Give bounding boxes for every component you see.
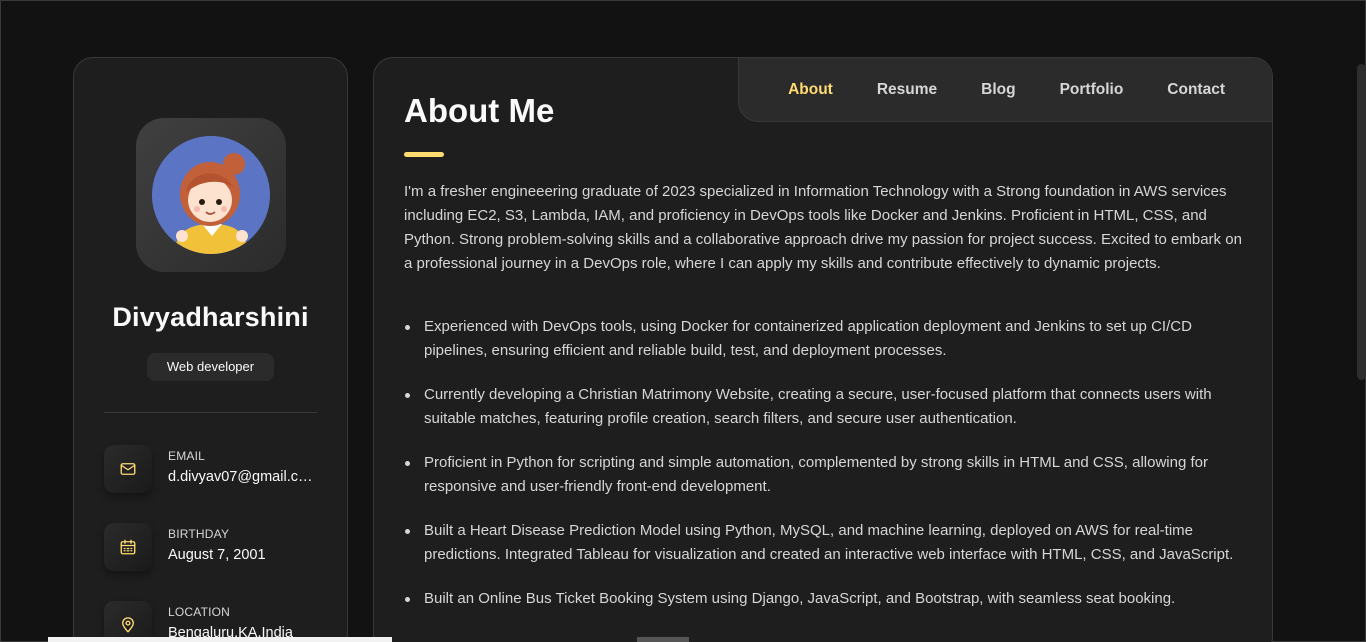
list-item: Built a Heart Disease Prediction Model u… — [404, 519, 1244, 567]
list-item: Experienced with DevOps tools, using Doc… — [404, 315, 1244, 363]
list-item: Built an Online Bus Ticket Booking Syste… — [404, 587, 1244, 611]
contact-birthday: Birthday August 7, 2001 — [104, 523, 317, 571]
separator — [104, 412, 317, 413]
nav-about[interactable]: About — [788, 81, 833, 99]
nav-contact[interactable]: Contact — [1167, 81, 1225, 99]
nav-portfolio[interactable]: Portfolio — [1060, 81, 1124, 99]
bottom-overlay-bar — [48, 637, 392, 642]
birthday-value: August 7, 2001 — [168, 547, 266, 563]
about-paragraph: I'm a fresher engineeering graduate of 2… — [404, 183, 1242, 272]
contact-email: Email d.divyav07@gmail.com — [104, 445, 318, 493]
avatar-svg — [151, 136, 270, 254]
contact-location: Location Bengaluru,KA,India — [104, 601, 317, 642]
mail-icon — [104, 445, 152, 493]
about-article: About Resume Blog Portfolio Contact Abou… — [373, 57, 1273, 642]
nav-blog[interactable]: Blog — [981, 81, 1015, 99]
title-underline — [404, 152, 444, 157]
scrollbar[interactable] — [1356, 58, 1366, 642]
email-link[interactable]: d.divyav07@gmail.com — [168, 469, 318, 485]
contact-label: Birthday — [168, 527, 230, 541]
scrollbar-thumb[interactable] — [1357, 64, 1366, 380]
contact-label: Email — [168, 449, 206, 463]
calendar-icon — [104, 523, 152, 571]
list-item: Currently developing a Christian Matrimo… — [404, 383, 1244, 431]
avatar-illustration-icon — [151, 136, 270, 254]
location-icon — [104, 601, 152, 642]
bottom-overlay-bar — [637, 637, 689, 642]
contact-label: Location — [168, 605, 231, 619]
avatar — [135, 118, 286, 272]
highlights-list: Experienced with DevOps tools, using Doc… — [404, 315, 1244, 611]
nav-resume[interactable]: Resume — [877, 81, 937, 99]
job-title-badge: Web developer — [147, 353, 274, 381]
profile-sidebar: Divyadharshini Web developer Email d.div… — [73, 57, 348, 642]
list-item: Proficient in Python for scripting and s… — [404, 451, 1244, 499]
main-navbar: About Resume Blog Portfolio Contact — [738, 58, 1272, 122]
profile-name: Divyadharshini — [112, 302, 309, 332]
